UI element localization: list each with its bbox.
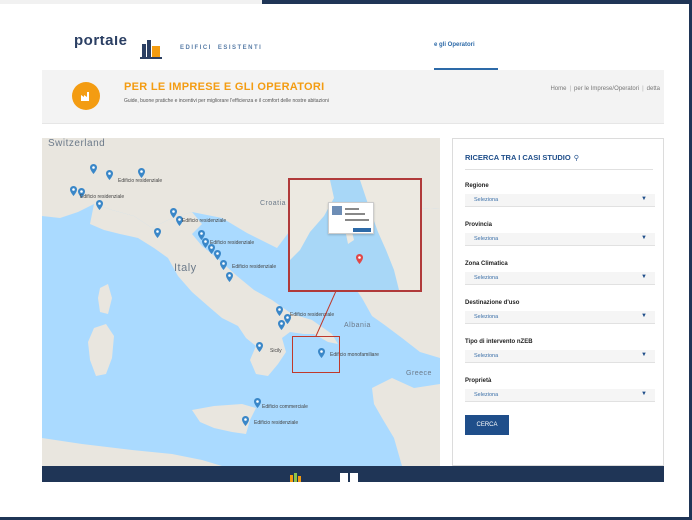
field-label-regione: Regione: [465, 183, 489, 189]
pin-label: Edificio residenziale: [290, 312, 335, 318]
map-pin-icon[interactable]: [106, 170, 113, 180]
breadcrumb-separator: |: [569, 86, 572, 92]
select-value: Seleziona: [474, 236, 499, 242]
top-frame-light: [0, 0, 262, 4]
page-title: PER LE IMPRESE E GLI OPERATORI: [124, 81, 325, 93]
select-value: Seleziona: [474, 314, 499, 320]
map-pin-icon[interactable]: [96, 200, 103, 210]
site-logo[interactable]: portale: [74, 36, 174, 60]
caret-down-icon: ▼: [641, 274, 647, 280]
map-pin-icon[interactable]: [226, 272, 233, 282]
nav-item-operatori[interactable]: e gli Operatori: [434, 42, 475, 48]
pin-label: Edificio commerciale: [262, 404, 308, 410]
factory-glyph-icon: [81, 92, 89, 101]
case-study-search-panel: RICERCA TRA I CASI STUDIO ⚲ Regione Selez…: [452, 138, 664, 466]
map-pin-icon[interactable]: [242, 416, 249, 426]
search-button[interactable]: CERCA: [465, 415, 509, 435]
nav-item-edifici[interactable]: EDIFICI: [180, 45, 212, 51]
search-panel-title-text: RICERCA TRA I CASI STUDIO: [465, 153, 571, 162]
highlight-region-box: [292, 336, 340, 373]
caret-down-icon: ▼: [641, 313, 647, 319]
breadcrumb-operatori[interactable]: per le Imprese/Operatori: [574, 86, 639, 92]
pin-label: Edificio residenziale: [118, 178, 163, 184]
field-label-provincia: Provincia: [465, 222, 493, 228]
page-subtitle: Guide, buone pratiche e incentivi per mi…: [124, 98, 329, 104]
popup-text-line: [345, 208, 359, 210]
zona-climatica-select[interactable]: Seleziona ▼: [465, 272, 655, 285]
site-footer: [42, 466, 664, 482]
map-label-greece: Greece: [406, 370, 432, 377]
popup-thumbnail: [332, 206, 342, 215]
proprieta-select[interactable]: Seleziona ▼: [465, 389, 655, 402]
popup-text-line: [345, 213, 365, 215]
map-pin-icon[interactable]: [90, 164, 97, 174]
breadcrumb: Home | per le Imprese/Operatori | detta: [550, 86, 660, 92]
caret-down-icon: ▼: [641, 196, 647, 202]
tipo-intervento-select[interactable]: Seleziona ▼: [465, 350, 655, 363]
map-pin-icon[interactable]: [214, 250, 221, 260]
page-banner: PER LE IMPRESE E GLI OPERATORI Guide, bu…: [42, 70, 664, 124]
case-studies-map[interactable]: Switzerland Italy Croatia Albania Greece…: [42, 138, 440, 466]
map-pin-icon[interactable]: [138, 168, 145, 178]
map-pin-icon[interactable]: [356, 254, 363, 264]
map-pin-icon[interactable]: [256, 342, 263, 352]
popup-text-line: [345, 219, 369, 221]
pin-label: Edificio residenziale: [182, 218, 227, 224]
map-label-sicily: Sicily: [270, 348, 282, 354]
breadcrumb-current: detta: [646, 86, 660, 92]
caret-down-icon: ▼: [641, 391, 647, 397]
map-info-popup[interactable]: [328, 202, 374, 234]
map-label-albania: Albania: [344, 322, 371, 329]
field-label-zona-climatica: Zona Climatica: [465, 261, 508, 267]
breadcrumb-separator: |: [642, 86, 644, 92]
pin-label: Edificio residenziale: [254, 420, 299, 426]
nav-item-esistenti[interactable]: ESISTENTI: [218, 45, 263, 51]
logo-mark-icon: [140, 40, 162, 59]
footer-logo-icon: [290, 473, 358, 482]
map-pin-icon[interactable]: [70, 186, 77, 196]
zoom-inset[interactable]: [288, 178, 422, 292]
map-pin-icon[interactable]: [276, 306, 283, 316]
factory-icon: [72, 82, 100, 110]
destinazione-select[interactable]: Seleziona ▼: [465, 311, 655, 324]
search-icon: ⚲: [573, 155, 579, 162]
select-value: Seleziona: [474, 275, 499, 281]
caret-down-icon: ▼: [641, 352, 647, 358]
field-label-destinazione: Destinazione d'uso: [465, 300, 520, 306]
nav-existing-buildings[interactable]: EDIFICI ESISTENTI: [180, 45, 268, 51]
regione-select[interactable]: Seleziona ▼: [465, 194, 655, 207]
map-pin-icon[interactable]: [154, 228, 161, 238]
map-pin-icon[interactable]: [278, 320, 285, 330]
select-value: Seleziona: [474, 392, 499, 398]
map-pin-icon[interactable]: [254, 398, 261, 408]
map-pin-icon[interactable]: [220, 260, 227, 270]
divider: [465, 169, 653, 170]
pin-label: Edificio residenziale: [210, 240, 255, 246]
zoom-inset-land: [290, 180, 420, 290]
pin-label: Edificio residenziale: [232, 264, 277, 270]
field-label-proprieta: Proprietà: [465, 378, 492, 384]
field-label-tipo-intervento: Tipo di intervento nZEB: [465, 339, 533, 345]
map-label-croatia: Croatia: [260, 200, 287, 207]
site-header: portale EDIFICI ESISTENTI e gli Operatori: [42, 28, 664, 70]
select-value: Seleziona: [474, 353, 499, 359]
logo-text: portale: [74, 36, 128, 49]
provincia-select[interactable]: Seleziona ▼: [465, 233, 655, 246]
top-frame-bar: [0, 0, 692, 4]
search-panel-title: RICERCA TRA I CASI STUDIO ⚲: [465, 153, 579, 162]
breadcrumb-home[interactable]: Home: [550, 86, 566, 92]
select-value: Seleziona: [474, 197, 499, 203]
map-label-switzerland: Switzerland: [48, 138, 106, 149]
map-label-italy: Italy: [174, 262, 197, 274]
caret-down-icon: ▼: [641, 235, 647, 241]
popup-details-button[interactable]: [353, 228, 371, 232]
